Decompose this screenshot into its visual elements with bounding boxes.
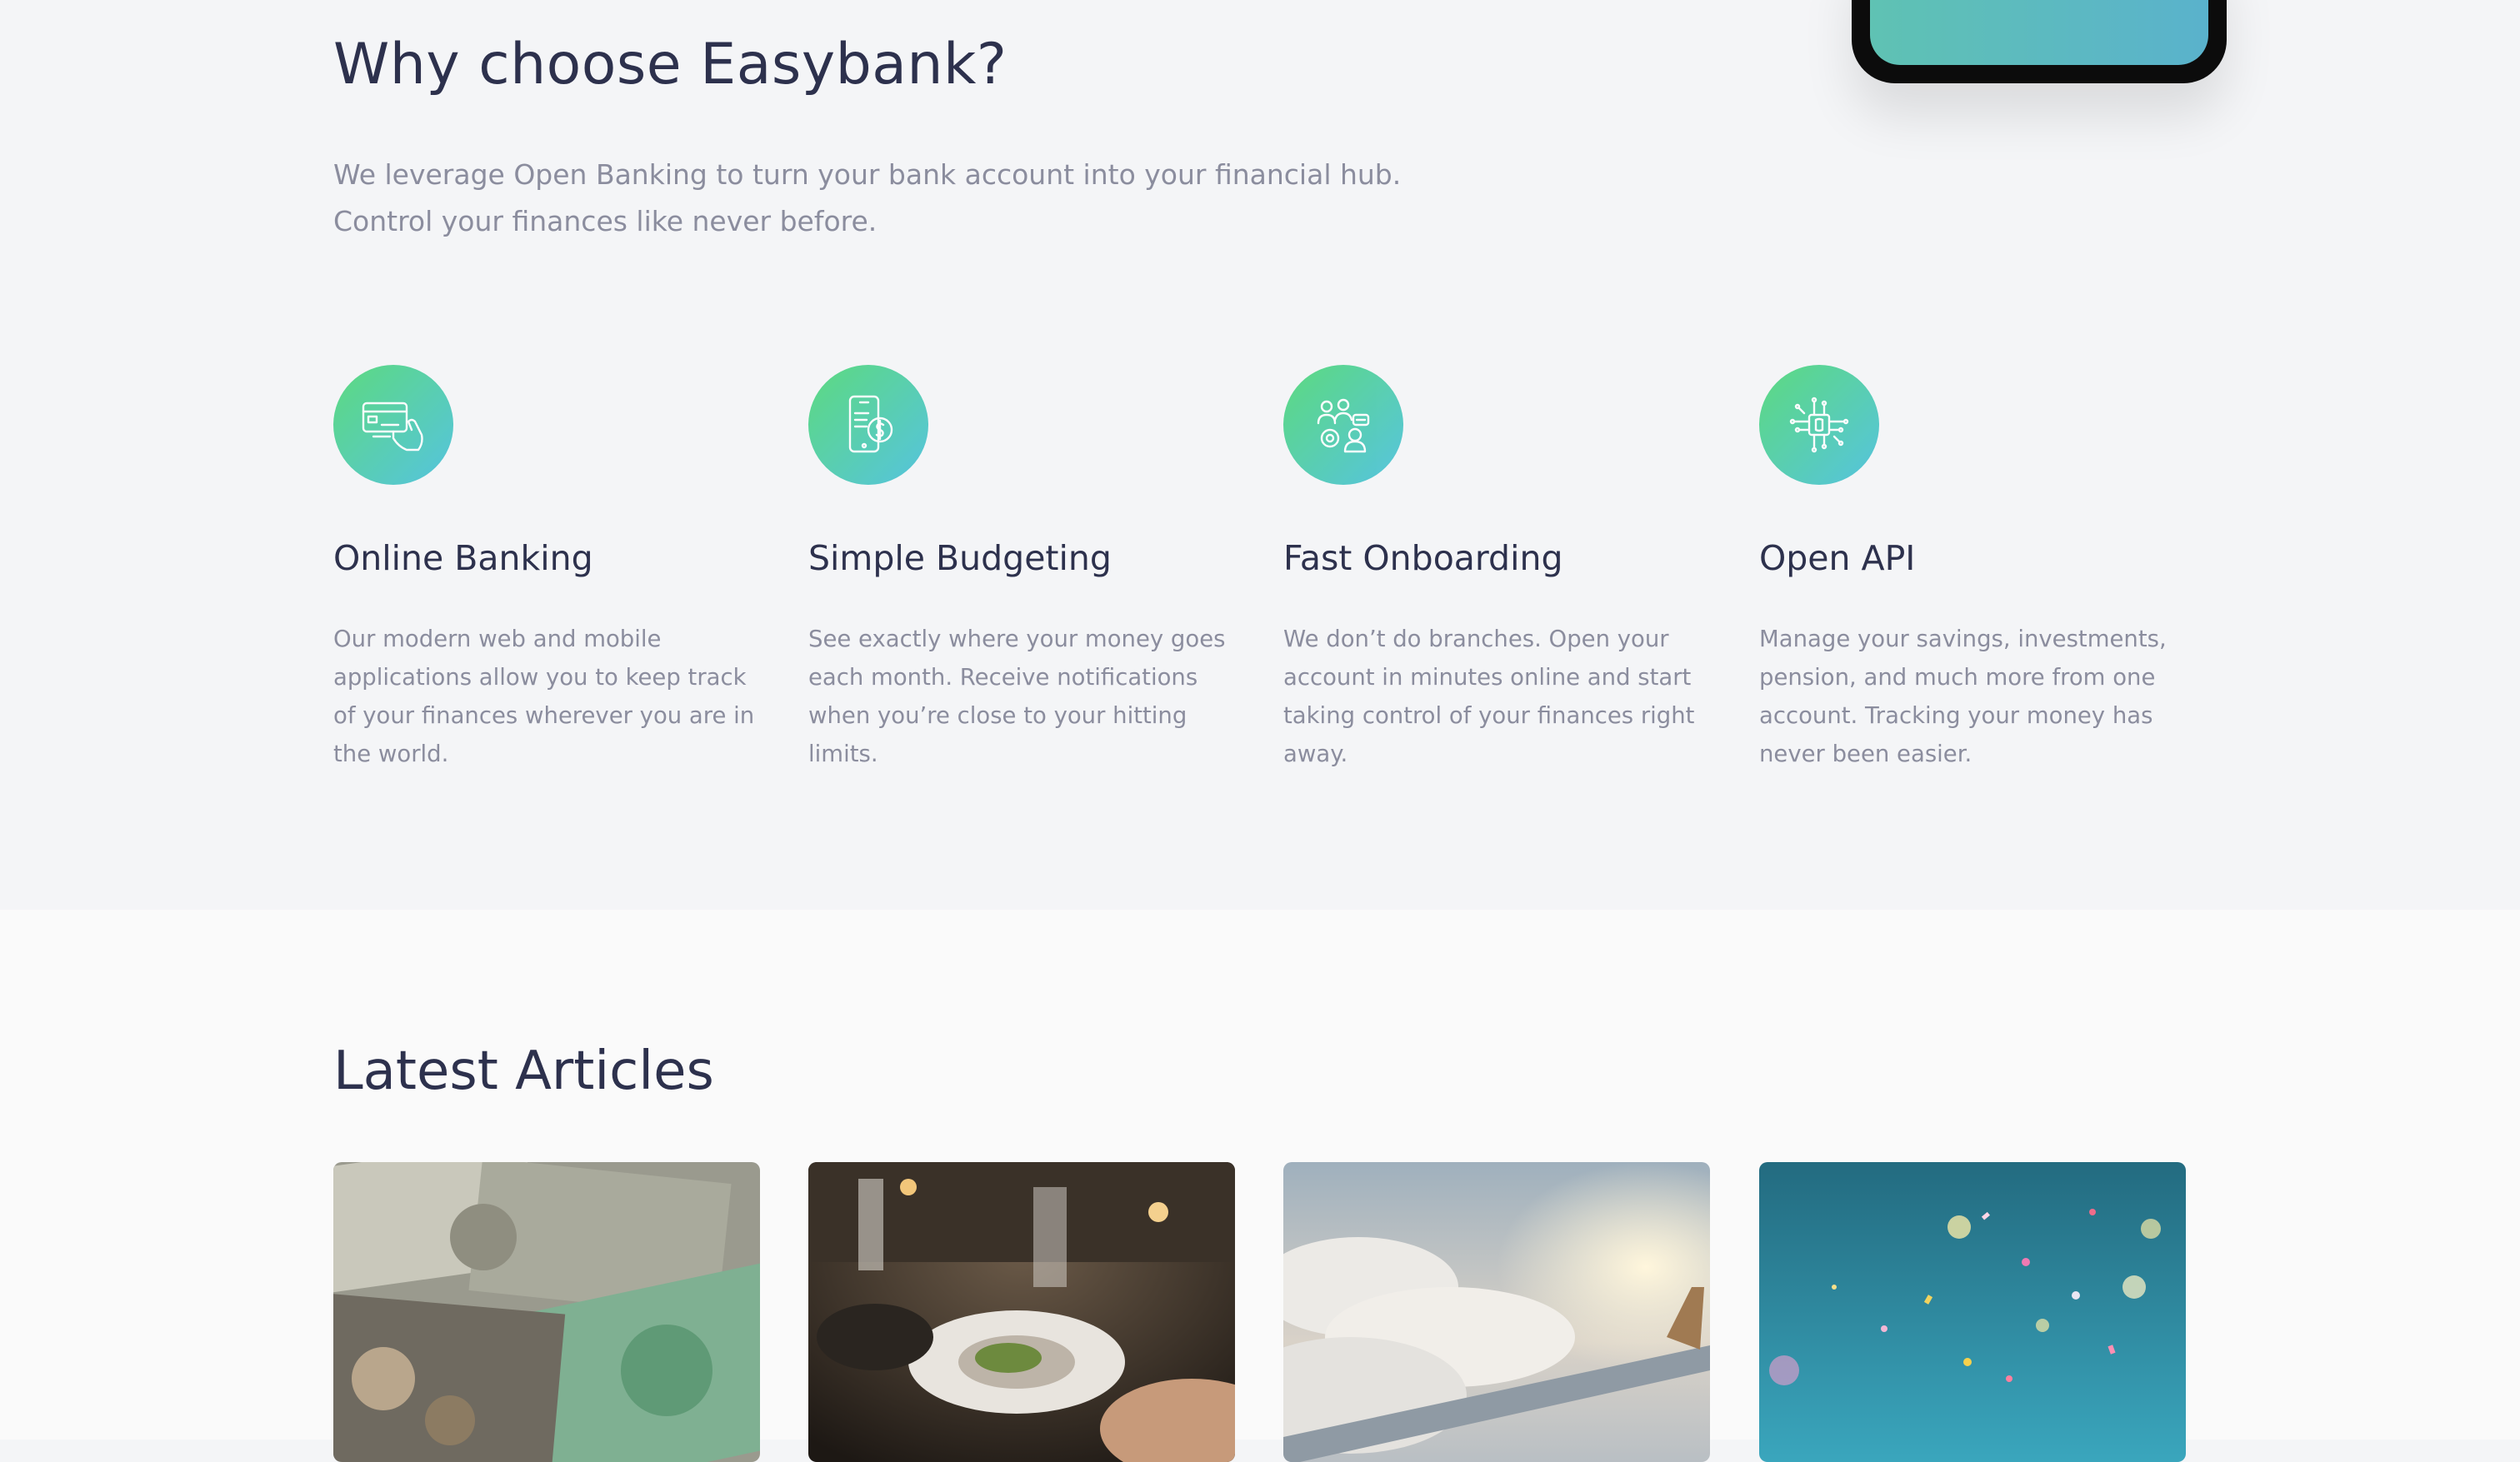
feature-description: Our modern web and mobile applications a… bbox=[333, 626, 755, 767]
feature-fast-onboarding: Fast Onboarding We don’t do branches. Op… bbox=[1283, 365, 1717, 767]
articles-section: Latest Articles bbox=[0, 910, 2520, 1462]
feature-description: Manage your savings, investments, pensio… bbox=[1759, 626, 2167, 767]
section-subtitle: We leverage Open Banking to turn your ba… bbox=[333, 152, 1500, 245]
feature-online-banking: Online Banking Our modern web and mobile… bbox=[333, 365, 767, 767]
article-card[interactable] bbox=[1759, 1162, 2186, 1462]
feature-description: We don’t do branches. Open your account … bbox=[1283, 626, 1695, 767]
feature-simple-budgeting: Simple Budgeting See exactly where your … bbox=[808, 365, 1242, 767]
articles-title: Latest Articles bbox=[333, 1040, 714, 1102]
onboarding-icon bbox=[1283, 365, 1403, 485]
phone-mockup-image bbox=[1852, 0, 2227, 83]
article-card[interactable] bbox=[333, 1162, 760, 1462]
phone-screen bbox=[1870, 0, 2208, 65]
article-card[interactable] bbox=[808, 1162, 1235, 1462]
feature-title: Simple Budgeting bbox=[808, 538, 1112, 578]
budgeting-icon bbox=[808, 365, 928, 485]
restaurant-photo bbox=[808, 1162, 1235, 1462]
api-icon bbox=[1759, 365, 1879, 485]
subtitle-line-2: Control your finances like never before. bbox=[333, 205, 878, 237]
subtitle-line-1: We leverage Open Banking to turn your ba… bbox=[333, 158, 1402, 191]
feature-title: Fast Onboarding bbox=[1283, 538, 1563, 578]
feature-description: See exactly where your money goes each m… bbox=[808, 626, 1226, 767]
feature-title: Open API bbox=[1759, 538, 1916, 578]
plane-photo bbox=[1283, 1162, 1710, 1462]
online-banking-icon bbox=[333, 365, 453, 485]
confetti-photo bbox=[1759, 1162, 2186, 1462]
why-section: Why choose Easybank? We leverage Open Ba… bbox=[0, 0, 2520, 910]
section-title: Why choose Easybank? bbox=[333, 32, 1008, 97]
article-card[interactable] bbox=[1283, 1162, 1710, 1462]
feature-title: Online Banking bbox=[333, 538, 593, 578]
currency-photo bbox=[333, 1162, 760, 1462]
feature-open-api: Open API Manage your savings, investment… bbox=[1759, 365, 2192, 767]
